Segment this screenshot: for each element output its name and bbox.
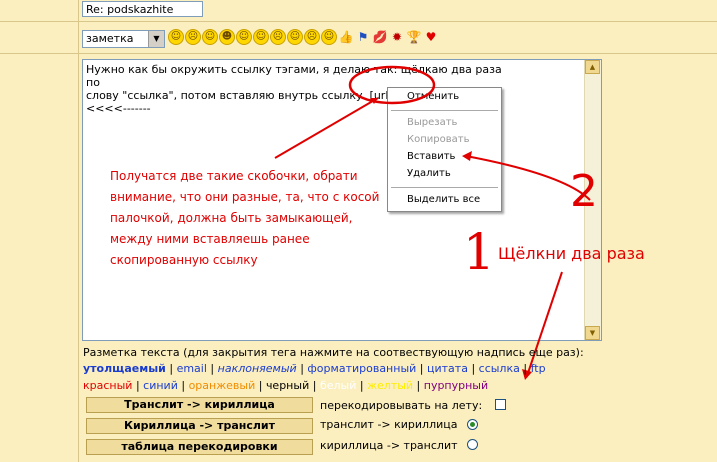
heart-icon[interactable]: ♥ [423, 29, 439, 45]
tag-separator: | [169, 362, 174, 375]
bug-icon[interactable]: ✹ [389, 29, 405, 45]
smiley-icon[interactable]: ☺ [287, 29, 303, 45]
explanation-annotation: Получатся две такие скобочки, обрати вни… [110, 169, 380, 267]
live-convert-checkbox[interactable] [495, 399, 506, 410]
tag-separator: | [419, 362, 424, 375]
smiley-icon[interactable]: ☹ [270, 29, 286, 45]
tag-email[interactable]: email [177, 362, 207, 375]
tag-separator: | [300, 362, 304, 375]
cyrillic-to-translit-button[interactable]: Кириллица -> транслит [86, 418, 313, 434]
live-convert-label: перекодировывать на лету: [320, 399, 483, 412]
tag-white[interactable]: белый [320, 379, 356, 392]
subject-input[interactable]: Re: podskazhite [82, 1, 203, 17]
menu-item-paste[interactable]: Вставить [407, 151, 455, 162]
step-2-annotation: 2 [570, 166, 598, 217]
double-click-annotation: Щёлкни два раза [498, 244, 645, 263]
tag-select[interactable]: заметка ▼ [82, 30, 165, 48]
smiley-icon[interactable]: ☻ [219, 29, 235, 45]
row-divider [0, 53, 717, 54]
tag-separator: | [523, 362, 528, 375]
tag-bold[interactable]: утолщаемый [83, 362, 166, 375]
tag-purple[interactable]: пурпурный [424, 379, 488, 392]
menu-separator [391, 187, 498, 188]
tag-orange[interactable]: оранжевый [189, 379, 256, 392]
smiley-toolbar: ☺ ☹ ☺ ☻ ☺ ☺ ☹ ☺ ☹ ☺ 👍 ⚑ 💋 ✹ 🏆 ♥ [168, 29, 439, 45]
tag-yellow[interactable]: желтый [367, 379, 413, 392]
tag-ftp[interactable]: ftp [531, 362, 546, 375]
smiley-icon[interactable]: ☺ [202, 29, 218, 45]
tag-separator: | [359, 379, 364, 392]
step-1-annotation: 1 [463, 223, 495, 281]
menu-item-delete[interactable]: Удалить [407, 168, 451, 179]
menu-item-undo[interactable]: Отменить [407, 91, 459, 102]
tag-italic[interactable]: наклоняемый [218, 362, 297, 375]
translit-cyr-radio[interactable] [467, 419, 478, 430]
menu-item-select-all[interactable]: Выделить все [407, 194, 480, 205]
tag-formatted[interactable]: форматированный [307, 362, 416, 375]
tag-blue[interactable]: синий [143, 379, 178, 392]
tag-separator: | [135, 379, 140, 392]
row-divider [0, 21, 717, 22]
smiley-icon[interactable]: ☺ [321, 29, 337, 45]
tag-black[interactable]: черный [266, 379, 309, 392]
thumbs-up-icon[interactable]: 👍 [338, 29, 354, 45]
smiley-icon[interactable]: ☺ [236, 29, 252, 45]
flag-icon[interactable]: ⚑ [355, 29, 371, 45]
tag-row-2: красный | синий | оранжевый | черный | б… [83, 377, 546, 394]
scroll-up-icon[interactable]: ▲ [585, 60, 600, 74]
tag-separator: | [471, 362, 476, 375]
left-column [0, 0, 79, 462]
menu-item-copy[interactable]: Копировать [407, 134, 469, 145]
translit-table-button[interactable]: таблица перекодировки [86, 439, 313, 455]
tag-link[interactable]: ссылка [479, 362, 520, 375]
tag-separator: | [258, 379, 263, 392]
cyr-translit-radio[interactable] [467, 439, 478, 450]
smiley-icon[interactable]: ☹ [185, 29, 201, 45]
smiley-icon[interactable]: ☺ [253, 29, 269, 45]
chevron-down-icon[interactable]: ▼ [148, 31, 164, 47]
trophy-icon[interactable]: 🏆 [406, 29, 422, 45]
menu-separator [391, 110, 498, 111]
translit-to-cyrillic-button[interactable]: Транслит -> кириллица [86, 397, 313, 413]
tag-separator: | [416, 379, 421, 392]
tag-separator: | [181, 379, 186, 392]
tag-select-value: заметка [86, 32, 134, 45]
tag-quote[interactable]: цитата [427, 362, 468, 375]
markup-label: Разметка текста (для закрытия тега нажми… [83, 346, 584, 359]
lips-icon[interactable]: 💋 [372, 29, 388, 45]
translit-cyr-option-label: транслит -> кириллица [320, 418, 458, 431]
menu-item-cut[interactable]: Вырезать [407, 117, 457, 128]
smiley-icon[interactable]: ☺ [168, 29, 184, 45]
tag-red[interactable]: красный [83, 379, 132, 392]
scroll-down-icon[interactable]: ▼ [585, 326, 600, 340]
smiley-icon[interactable]: ☹ [304, 29, 320, 45]
context-menu: Отменить Вырезать Копировать Вставить Уд… [387, 87, 502, 212]
cyr-translit-option-label: кириллица -> транслит [320, 439, 458, 452]
markup-tags: утолщаемый | email | наклоняемый | форма… [83, 360, 546, 394]
tag-separator: | [210, 362, 215, 375]
tag-separator: | [312, 379, 317, 392]
tag-row-1: утолщаемый | email | наклоняемый | форма… [83, 360, 546, 377]
